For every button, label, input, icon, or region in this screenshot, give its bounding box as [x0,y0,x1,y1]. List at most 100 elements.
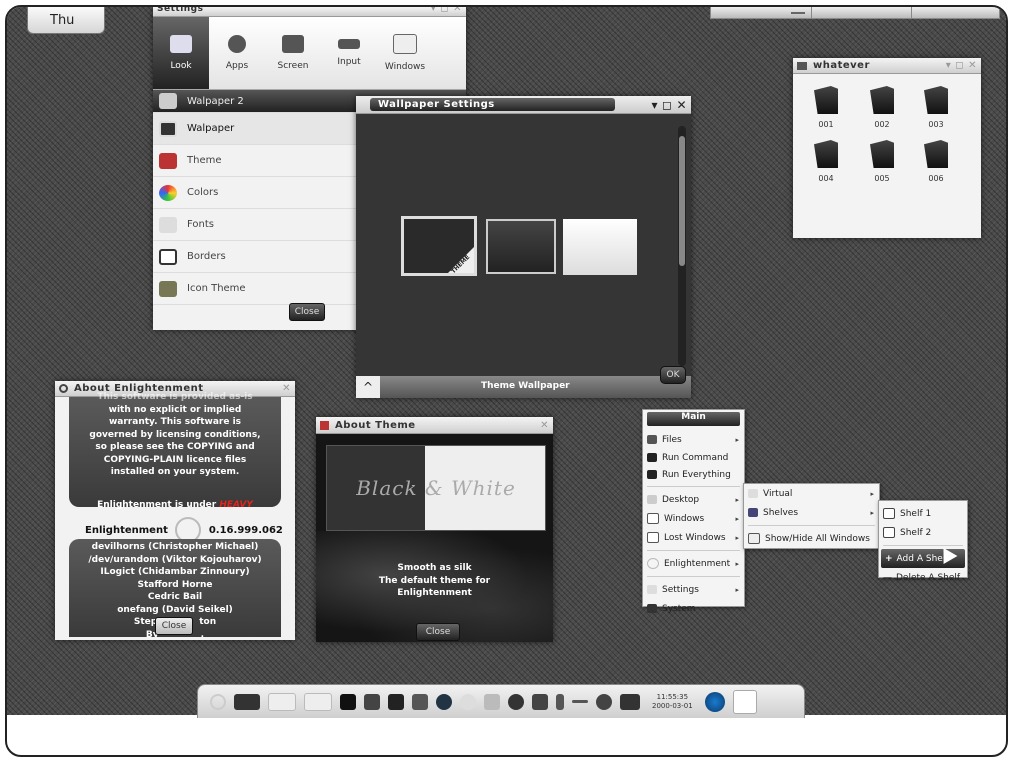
day-button[interactable]: Thu [27,7,105,34]
menu-item-enlightenment[interactable]: Enlightenment ▸ [643,554,744,573]
network-icon[interactable] [704,691,725,712]
main-menu: Main Files ▸ Run Command Run Everything D… [642,409,745,614]
close-icon[interactable]: ✕ [282,383,291,394]
terminal-icon [647,470,657,479]
settings-close-button[interactable]: Close [289,303,325,321]
wallpaper-footer: ^ Theme Wallpaper OK [356,366,691,398]
tool-screen[interactable]: Screen [265,17,321,89]
menu-item-lost-windows[interactable]: Lost Windows ▸ [643,528,744,547]
wallpaper-titlebar[interactable]: Wallpaper Settings ▾ ◻ ✕ [356,96,691,114]
version-number: 0.16.999.062 [208,525,283,536]
menu-item-label: Run Everything [662,469,731,480]
wallpaper-thumb-light[interactable] [563,219,637,275]
about-theme-titlebar[interactable]: About Theme ✕ [316,417,553,434]
globe-icon[interactable] [436,693,452,710]
tool-look[interactable]: Look [153,17,209,89]
close-icon[interactable]: ✕ [968,60,977,71]
fonts-icon [159,216,177,233]
pager-icon[interactable] [234,693,260,710]
close-icon[interactable]: ✕ [540,420,549,431]
desktop-icon [647,495,657,504]
calendar-icon[interactable] [620,693,640,710]
wallpaper-footer-label: Theme Wallpaper [481,381,570,391]
wallpaper-title: Wallpaper Settings [378,99,495,110]
chevron-up-icon[interactable]: ^ [356,376,380,398]
minimize-icon[interactable]: ▾ [946,60,952,71]
submenu-item-shelves[interactable]: Shelves ▸ [744,503,879,522]
terminal-icon[interactable] [340,693,356,710]
wallpaper-thumb-dark[interactable] [486,219,556,274]
gear-icon[interactable] [596,693,612,710]
minimize-icon[interactable]: ▾ [651,98,658,112]
folder-item[interactable]: 006 [911,140,961,183]
editor-icon[interactable] [412,693,428,710]
screenshot-icon[interactable] [364,693,380,710]
wallpaper-thumb-theme[interactable]: THEME [401,216,477,276]
clock-app-icon[interactable] [508,693,524,710]
shelf-item-2[interactable]: Shelf 2 [879,523,967,542]
tool-windows[interactable]: Windows [377,17,433,89]
folder-item[interactable]: 005 [857,140,907,183]
chevron-right-icon: ▸ [870,508,874,517]
check-icon[interactable] [484,693,500,710]
submenu-item-show-hide[interactable]: Show/Hide All Windows [744,529,879,548]
menu-item-settings[interactable]: Settings ▸ [643,580,744,599]
author-line: onefang (David Seikel) [117,604,233,615]
maximize-icon[interactable]: ◻ [955,60,964,71]
shelf-item-delete[interactable]: — Delete A Shelf [879,568,967,587]
menu-item-run-everything[interactable]: Run Everything [643,466,744,483]
graduation-cap-icon[interactable] [388,693,404,710]
about-e-license-box: This software is provided as-is with no … [69,392,281,510]
chevron-right-icon: ▸ [735,559,739,568]
tool-apps[interactable]: Apps [209,17,265,89]
key-icon[interactable] [556,693,564,710]
author-line: devilhorns (Christopher Michael) [91,542,259,552]
menu-item-run-command[interactable]: Run Command [643,449,744,466]
menu-item-label: Files [662,434,682,445]
about-theme-title: About Theme [335,419,416,431]
wallpaper-ok-button[interactable]: OK [660,366,686,384]
minimize-icon[interactable]: ▾ [431,7,437,14]
wallpaper-scrollbar[interactable] [678,126,686,366]
settings-icon [647,585,657,594]
walpaper-icon [159,93,177,109]
close-icon[interactable]: ✕ [453,7,462,14]
moon-icon[interactable] [460,693,476,710]
folder-icon [814,140,838,168]
clock[interactable]: 11:55:35 2000-03-01 [652,693,693,711]
submenu-item-virtual[interactable]: Virtual ▸ [744,484,879,503]
folder-item[interactable]: 002 [857,86,907,129]
menu-item-windows[interactable]: Windows ▸ [643,509,744,528]
about-theme-close-button[interactable]: Close [416,623,460,641]
folder-item[interactable]: 004 [801,140,851,183]
menu-item-files[interactable]: Files ▸ [643,430,744,449]
settings-toolbar: Look Apps Screen Input Windows [153,17,466,90]
shelf-config-icon[interactable] [732,689,757,714]
about-e-close-button[interactable]: Close [155,617,193,635]
tool-input[interactable]: Input [321,17,377,89]
shelf-label: Delete A Shelf [896,572,961,583]
menu-item-desktop[interactable]: Desktop ▸ [643,490,744,509]
menu-item-system[interactable]: System [643,599,744,618]
slider-icon[interactable] [572,700,588,703]
rss-icon[interactable] [532,693,548,710]
maximize-icon[interactable]: ◻ [662,98,672,112]
menu-separator [647,550,740,551]
shelf-item-1[interactable]: Shelf 1 [879,504,967,523]
start-icon[interactable] [210,693,226,710]
maximize-icon[interactable]: ◻ [440,7,449,14]
folder-item[interactable]: 003 [911,86,961,129]
folder-item[interactable]: 001 [801,86,851,129]
top-shelf [710,7,1000,19]
whatever-titlebar[interactable]: whatever ▾ ◻ ✕ [793,58,981,74]
settings-item-label: Fonts [187,219,214,230]
close-icon[interactable]: ✕ [676,98,687,112]
settings-titlebar[interactable]: Settings ▾ ◻ ✕ [153,7,466,17]
theme-desc-line: Enlightenment [397,588,472,598]
shelf-icon [883,508,895,519]
pager-empty-icon[interactable] [304,692,332,711]
windows-icon [393,34,417,54]
pager-empty-icon[interactable] [268,692,296,711]
folder-icon [870,140,894,168]
menu-item-label: Desktop [662,494,700,505]
